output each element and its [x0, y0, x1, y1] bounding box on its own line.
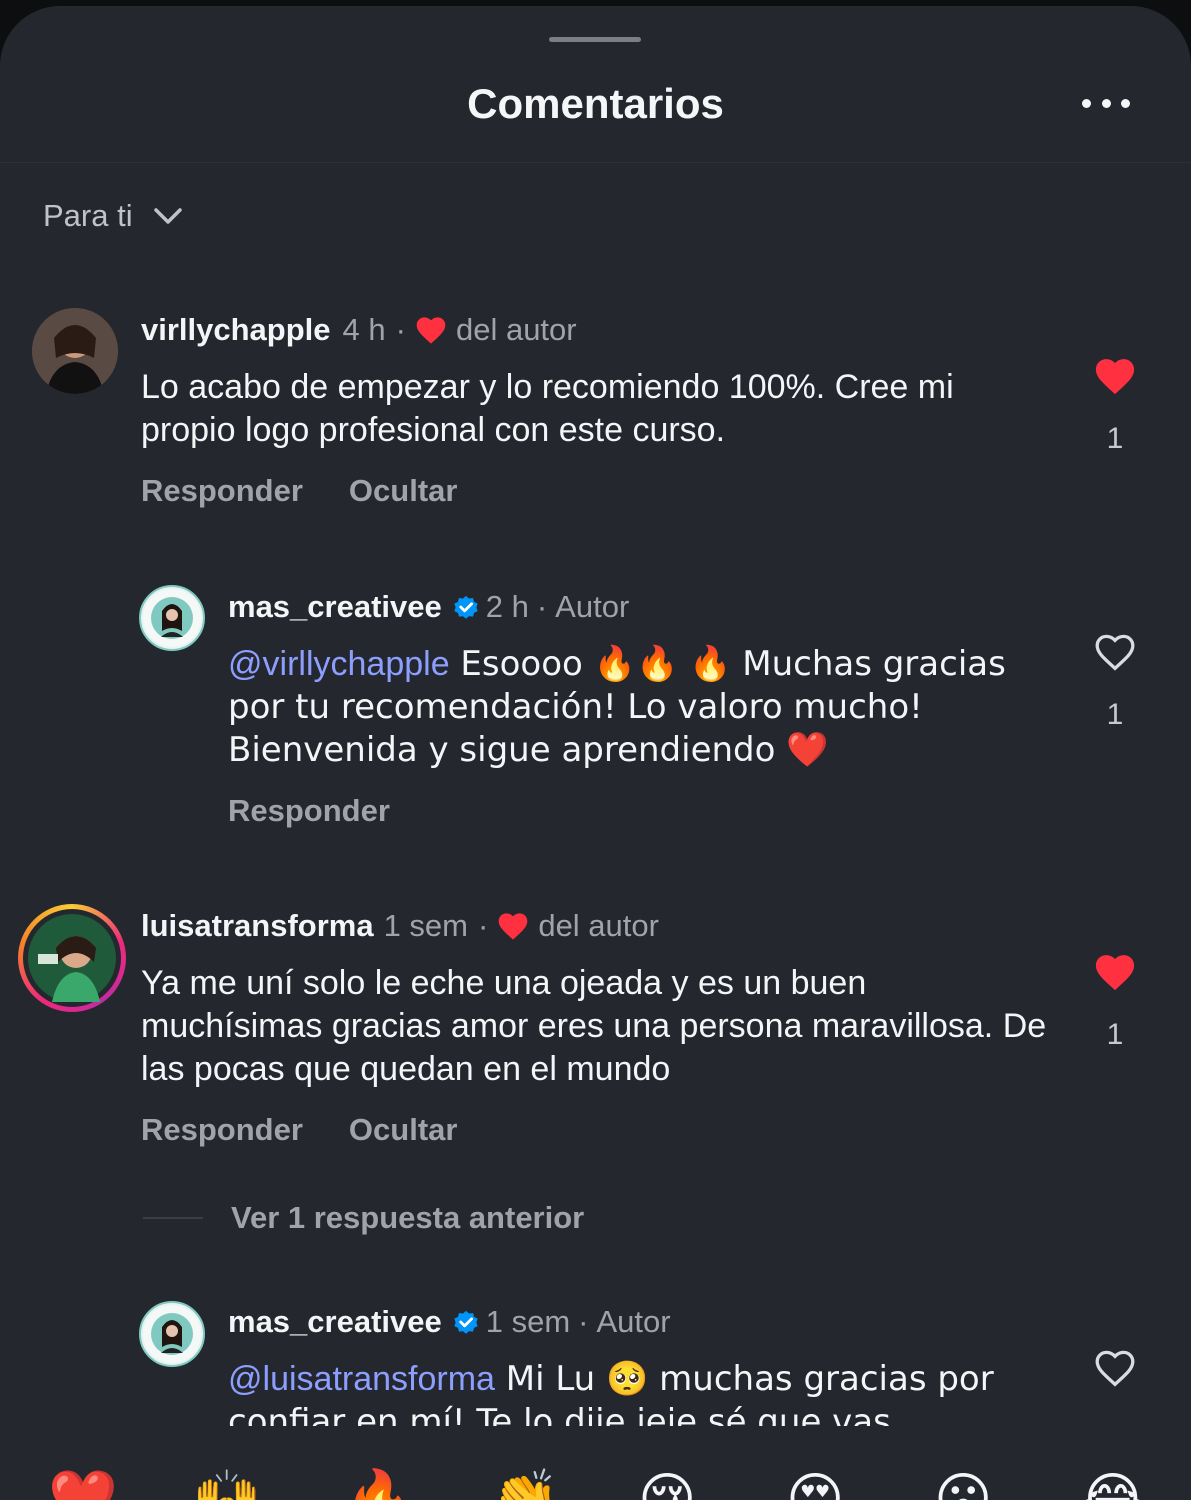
- separator: ·: [578, 1304, 589, 1339]
- reply-item: mas_creativee 1 sem · Autor @luisatransf…: [0, 6, 1191, 1426]
- emoji-laughing-button[interactable]: 😂: [1080, 1472, 1145, 1500]
- heart-outline-icon[interactable]: [1093, 1348, 1137, 1388]
- timestamp: 1 sem: [485, 1304, 571, 1339]
- comment-text: @luisatransforma Mi Lu 🥺 muchas gracias …: [228, 1358, 1038, 1426]
- emoji-fire-button[interactable]: 🔥: [344, 1472, 414, 1500]
- emoji-heart-button[interactable]: ❤️: [48, 1472, 118, 1500]
- comment-meta: mas_creativee 1 sem · Autor: [228, 1304, 671, 1340]
- author-badge: Autor: [596, 1304, 671, 1339]
- comments-sheet: Comentarios Para ti virllychapple 4 h · …: [0, 6, 1191, 1500]
- username[interactable]: mas_creativee: [228, 1304, 442, 1340]
- emoji-crying-button[interactable]: 😢: [638, 1472, 696, 1500]
- emoji-heart-eyes-button[interactable]: 😍: [786, 1472, 844, 1500]
- emoji-raised-hands-button[interactable]: 🙌: [192, 1472, 262, 1500]
- emoji-surprised-button[interactable]: 😮: [934, 1472, 992, 1500]
- avatar[interactable]: [139, 1301, 205, 1367]
- like-control: [1091, 1348, 1139, 1388]
- emoji-clap-button[interactable]: 👏: [490, 1472, 560, 1500]
- mention-link[interactable]: @luisatransforma: [228, 1360, 495, 1398]
- verified-badge-icon: [454, 1310, 478, 1334]
- quick-emoji-bar: ❤️ 🙌 🔥 👏 😢 😍 😮 😂: [0, 1472, 1191, 1500]
